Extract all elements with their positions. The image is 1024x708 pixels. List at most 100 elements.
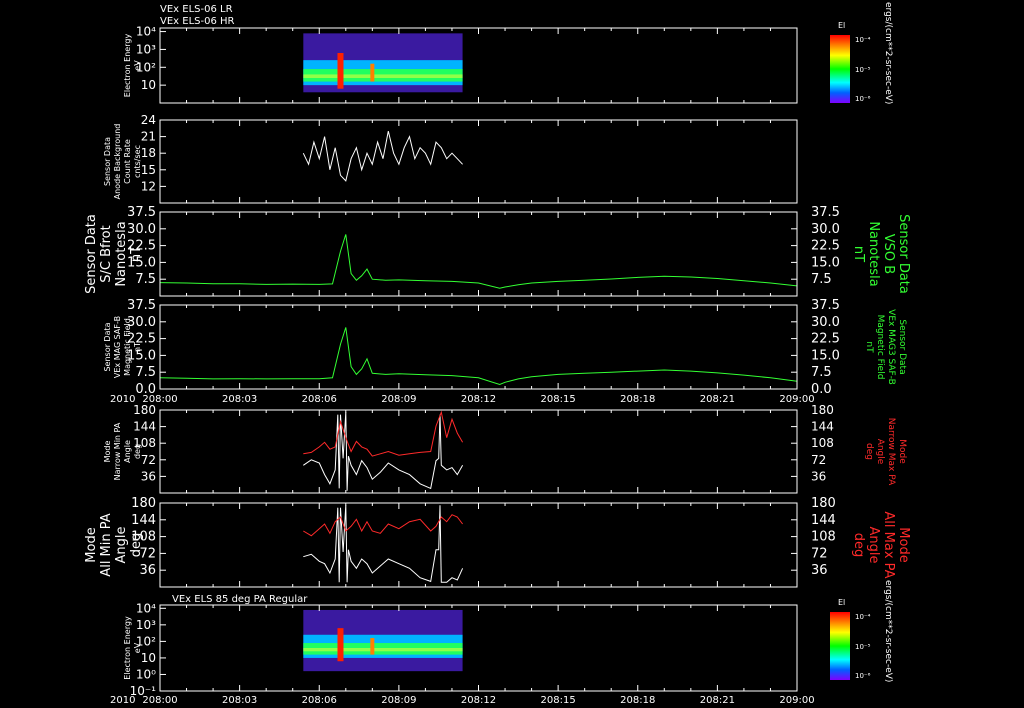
colorbar-bottom-unit: ergs/(cm**2-sr-sec-eV) [883,580,893,682]
left-axis-label: Angle [114,527,129,564]
colorbar-bottom-tick: 10⁻⁵ [855,643,871,651]
time-tick-label: 208:06 [302,695,337,706]
time-tick-label: 208:12 [461,695,496,706]
panel-frame [159,119,798,204]
left-axis-label: Electron Energy [123,616,132,680]
left-axis-label: Narrow Min PA [113,422,122,480]
colorbar-top-gradient [830,35,850,103]
ytick-label-right: 36 [811,469,826,483]
ytick-label: 144 [131,513,156,528]
colorbar-bottom-tick: 10⁻⁶ [855,672,871,680]
time-tick-label: 208:15 [541,394,576,405]
colorbar-bottom-title: El [838,598,845,607]
ytick-label: 10 [141,651,156,665]
panel-p7: VEx ELS 85 deg PA Regular10⁴10³10²1010⁰1… [123,594,798,698]
time-tick-label: 208:03 [222,394,257,405]
ytick-label: 30.0 [127,222,156,237]
left-axis-label: Angle [123,440,132,463]
panel-p3: 37.5 37.530.0 30.022.5 22.515.0 15.07.5 7.5Se… [84,205,911,297]
ytick-label-right: 180 [811,496,836,511]
ytick-label: 72 [141,453,156,467]
ytick-label: 10⁴ [136,25,156,39]
panel-p6: 180 180144 144108 10872 7236 36Mode All Min PA… [84,496,911,588]
colorbar-top-tick: 10⁻⁶ [855,95,871,103]
time-tick-label: 209:00 [779,695,814,706]
time-axis-middle: 208:00 208:03 208:06 208:09 208:12 208:15 208:… [110,394,815,405]
ytick-label-right: 144 [811,513,836,528]
time-year-label: 2010 [110,394,135,405]
panel-frame [159,409,798,494]
time-tick-label: 208:15 [541,695,576,706]
ytick-label-right: 37.5 [811,205,840,220]
ytick-label-right: 36 [811,563,828,578]
ytick-label-right: 7.5 [811,272,832,287]
ytick-label-right: 37.5 [811,298,840,313]
header-line1: VEx ELS-06 LR [160,4,233,15]
left-axis-label: deg [133,444,142,459]
panels: 10⁴10³10²10Electron Energy eV2421181512Se… [84,25,911,706]
left-axis-label: S/C Bfrot [99,225,114,282]
ytick-label: 15 [141,163,156,177]
panel-frame [159,27,798,104]
right-axis-label: deg [864,443,874,460]
ytick-label: 12 [141,179,156,193]
colorbar-top-unit: ergs/(cm**2-sr-sec-eV) [883,2,893,104]
time-tick-label: 208:00 [142,695,177,706]
panel-title: VEx ELS 85 deg PA Regular [172,594,308,605]
ytick-label: 24 [141,113,156,127]
multi-panel-plot: VEx ELS-06 LR VEx ELS-06 HR 10⁴10³10²10E… [84,2,911,706]
spectrogram-peak-secondary [370,63,375,82]
left-axis-label: Anode Background [113,124,122,200]
right-axis-label: Angle [875,439,885,465]
left-axis-label: Count Rate [123,139,132,184]
panel-frame [159,502,798,588]
ytick-label: 10⁰ [136,667,156,681]
colorbar-bottom: El 10⁻⁴ 10⁻⁵ 10⁻⁶ ergs/(cm**2-sr-sec-eV) [830,580,893,682]
time-tick-label: 208:06 [302,394,337,405]
ytick-label-right: 30.0 [811,315,840,330]
left-axis-label: Mode [103,441,112,463]
spectrogram-peak [337,53,344,89]
right-axis-label: Nanotesla [866,221,881,286]
left-axis-label: Nanotesla [114,221,129,286]
ytick-label: 180 [131,496,156,511]
ytick-label-right: 72 [811,546,828,561]
right-axis-label: Narrow Max PA [886,418,896,486]
ytick-label: 36 [141,469,156,483]
left-axis-label: eV [133,642,142,653]
ytick-label: 36 [139,563,156,578]
panel-p4: 37.5 37.530.0 30.022.5 22.515.0 15.07.5 7.50.… [103,298,907,397]
left-axis-label: Sensor Data [103,137,112,186]
panel-frame [159,604,798,692]
ytick-label-right: 15.0 [811,348,840,363]
ytick-label: 10³ [136,618,156,632]
ytick-label-right: 7.5 [811,365,832,380]
left-axis-label: eV [133,60,142,71]
panel-p2: 24 21 18 15 12 Sensor Data Anode Background Cou… [103,113,798,204]
time-tick-label: 208:21 [700,695,735,706]
left-axis-label: Mode [84,527,99,562]
spectrogram-peak [337,628,344,662]
ytick-label-right: 144 [811,420,834,434]
right-axis-label: Mode [896,527,911,562]
left-axis-label: All Min PA [99,513,114,576]
header-line2: VEx ELS-06 HR [160,16,235,27]
series-line-0 [303,505,464,583]
ytick-label-right: 108 [811,530,836,545]
panel-p5: 180 180144 144108 10872 7236 36Mode Narrow Min… [103,403,907,494]
ytick-label: 21 [141,130,156,144]
ytick-label: 10⁴ [136,601,156,615]
ytick-label-right: 22.5 [811,332,840,347]
time-tick-label: 208:03 [222,695,257,706]
time-tick-label: 209:00 [779,394,814,405]
left-axis-label: deg [129,533,144,558]
time-tick-label: 208:09 [381,695,416,706]
ytick-label-right: 15.0 [811,255,840,270]
spectrogram-band-yellow [303,648,463,652]
left-axis-label: Sensor Data [84,214,99,294]
colorbar-top: El 10⁻⁴ 10⁻⁵ 10⁻⁶ ergs/(cm**2-sr-sec-eV) [830,2,893,104]
right-axis-label: Mode [897,439,907,464]
ytick-label: 144 [133,420,156,434]
right-axis-label: VEx MAG3 SAF-B [886,309,896,385]
right-axis-label: deg [851,533,866,558]
